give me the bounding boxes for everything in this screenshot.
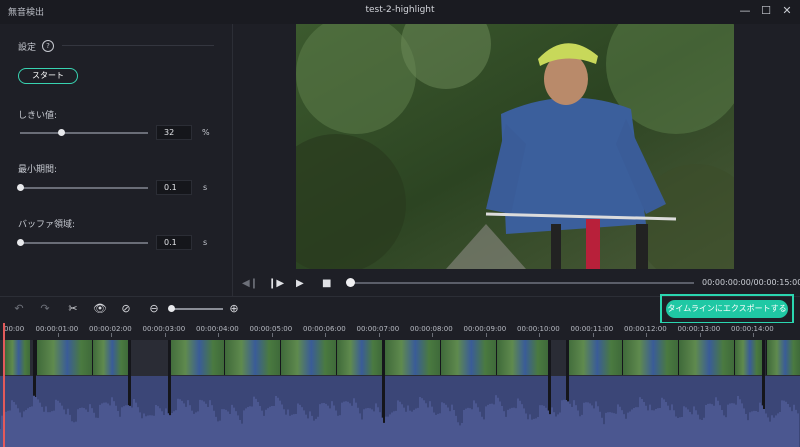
title-bar: 無音検出 test-2-highlight — ☐ ✕ xyxy=(0,0,800,24)
video-clip-thumbnail[interactable] xyxy=(36,340,92,375)
zoom-slider-knob[interactable] xyxy=(168,305,175,312)
export-to-timeline-button[interactable]: タイムラインにエクスポートする xyxy=(666,300,788,318)
ruler-tick-label: 00:00:10:00 xyxy=(517,325,560,333)
video-preview[interactable] xyxy=(296,24,734,269)
stop-icon[interactable]: ■ xyxy=(322,278,331,289)
ruler-tick-mark xyxy=(699,333,701,337)
maximize-button[interactable]: ☐ xyxy=(758,3,774,19)
ruler-tick-label: 00:00:05:00 xyxy=(249,325,293,333)
ruler-tick-label: 00:00:08:00 xyxy=(410,325,453,333)
settings-label: 設定 xyxy=(18,43,37,53)
threshold-label: しきい値: xyxy=(18,111,58,121)
min-duration-value-field[interactable]: 0.1 xyxy=(156,180,192,195)
ruler-tick-label: 00:00:06:00 xyxy=(303,325,346,333)
ruler-tick-label: 00:00:02:00 xyxy=(89,325,132,333)
redo-icon[interactable]: ↷ xyxy=(38,302,52,315)
ruler-tick-mark xyxy=(539,333,540,337)
waveform-path xyxy=(0,395,799,447)
ruler-tick-mark xyxy=(753,333,754,337)
zoom-slider-track[interactable] xyxy=(171,308,223,310)
min-duration-slider-knob[interactable] xyxy=(17,184,24,191)
video-clip-thumbnail[interactable] xyxy=(4,340,30,375)
threshold-unit: % xyxy=(202,128,210,137)
ruler-tick-mark xyxy=(592,333,594,337)
min-duration-label: 最小期間: xyxy=(18,165,58,175)
minimize-button[interactable]: — xyxy=(737,3,753,19)
buffer-slider-track[interactable] xyxy=(20,242,148,244)
prev-frame-icon[interactable]: ◀❙ xyxy=(242,278,258,289)
video-clip-thumbnail[interactable] xyxy=(224,340,280,375)
ruler-tick-mark xyxy=(378,333,380,337)
ruler-tick-label: 00:00:03:00 xyxy=(142,325,186,333)
ruler-tick-mark xyxy=(218,333,219,337)
video-clip-thumbnail[interactable] xyxy=(678,340,734,375)
document-title: test-2-highlight xyxy=(365,5,435,15)
preview-frame-image xyxy=(296,24,734,269)
undo-icon[interactable]: ↶ xyxy=(12,302,26,315)
help-icon[interactable]: ? xyxy=(42,40,54,52)
timecode-display: 00:00:00:00/00:00:15:00 xyxy=(702,278,800,287)
play-pause-icon[interactable]: ❙▶ xyxy=(268,278,284,289)
buffer-slider-knob[interactable] xyxy=(17,239,24,246)
eye-off-icon[interactable]: ⊘ xyxy=(119,302,133,315)
video-clip-thumbnail[interactable] xyxy=(496,340,548,375)
ruler-tick-label: 00:00:01:00 xyxy=(35,325,79,333)
ruler-tick-label: 00:00:04:00 xyxy=(196,325,239,333)
min-duration-unit: s xyxy=(203,183,208,192)
ruler-tick-mark xyxy=(646,333,647,337)
threshold-slider-knob[interactable] xyxy=(57,129,65,136)
ruler-tick-label: 00:00:11:00 xyxy=(570,325,614,333)
ruler-tick-label: 00:00:14:00 xyxy=(731,325,774,333)
panel-divider xyxy=(232,24,233,296)
ruler-tick-mark xyxy=(164,333,166,337)
video-clip-thumbnail[interactable] xyxy=(92,340,128,375)
playback-scrubber[interactable] xyxy=(350,282,694,284)
ruler-tick-mark xyxy=(271,333,273,337)
start-button[interactable]: スタート xyxy=(18,68,78,84)
buffer-value-field[interactable]: 0.1 xyxy=(156,235,192,250)
play-icon[interactable]: ▶ xyxy=(296,278,304,289)
ruler-tick-mark xyxy=(485,333,487,337)
video-clip-thumbnail[interactable] xyxy=(440,340,496,375)
ruler-tick-label: 00:00:09:00 xyxy=(463,325,507,333)
buffer-unit: s xyxy=(203,238,208,247)
close-button[interactable]: ✕ xyxy=(779,3,795,19)
video-clip-thumbnail[interactable] xyxy=(566,340,622,375)
eye-icon[interactable]: 👁 xyxy=(93,302,107,315)
ruler-tick-label: 00:00:07:00 xyxy=(356,325,400,333)
video-clip-thumbnail[interactable] xyxy=(280,340,336,375)
video-clip-thumbnail[interactable] xyxy=(168,340,224,375)
video-clip-thumbnail[interactable] xyxy=(622,340,678,375)
ruler-tick-label: 00:00:13:00 xyxy=(677,325,721,333)
playhead[interactable] xyxy=(3,323,5,447)
threshold-value-field[interactable]: 32 xyxy=(156,125,192,140)
video-clip-thumbnail[interactable] xyxy=(734,340,762,375)
ruler-tick-mark xyxy=(57,333,59,337)
ruler-tick-label: 00:00 xyxy=(4,325,25,333)
video-clip-thumbnail[interactable] xyxy=(766,340,800,375)
scrubber-knob[interactable] xyxy=(346,278,355,287)
ruler-tick-mark xyxy=(432,333,433,337)
ruler-tick-mark xyxy=(111,333,112,337)
min-duration-slider-track[interactable] xyxy=(20,187,148,189)
ruler-tick-mark xyxy=(325,333,326,337)
cut-icon[interactable]: ✂ xyxy=(66,302,80,315)
buffer-label: バッファ領域: xyxy=(18,220,76,230)
video-clip-thumbnail[interactable] xyxy=(384,340,440,375)
zoom-out-icon[interactable]: ⊖ xyxy=(147,302,161,315)
threshold-slider-track[interactable] xyxy=(20,132,148,134)
ruler-tick-label: 00:00:12:00 xyxy=(624,325,667,333)
settings-panel xyxy=(0,24,232,294)
settings-divider xyxy=(62,45,214,46)
video-clip-thumbnail[interactable] xyxy=(336,340,382,375)
audio-waveform xyxy=(0,395,799,447)
zoom-in-icon[interactable]: ⊕ xyxy=(227,302,241,315)
